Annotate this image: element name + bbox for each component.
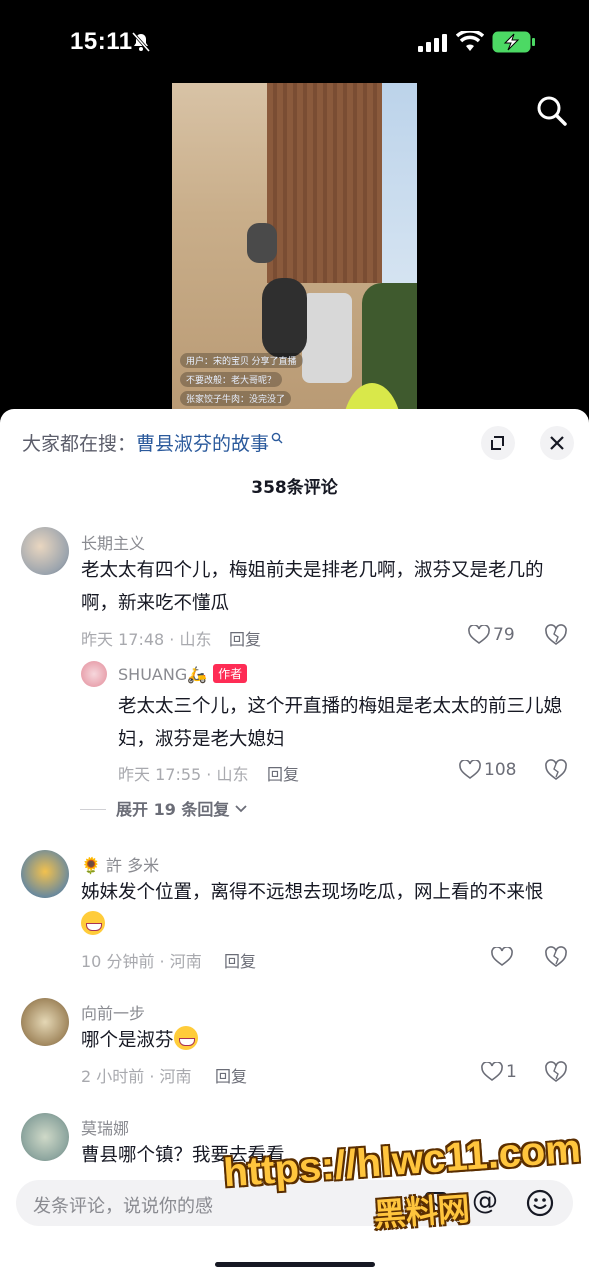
status-time: 15:11 xyxy=(70,28,133,55)
avatar[interactable] xyxy=(21,998,69,1046)
broken-heart-icon[interactable] xyxy=(544,1061,568,1083)
divider xyxy=(80,809,106,810)
comment-text: 姊妹发个位置，离得不远想去现场吃瓜，网上看的不来恨 xyxy=(81,876,561,942)
broken-heart-icon[interactable] xyxy=(544,624,568,646)
laughing-tears-emoji-icon xyxy=(81,911,105,935)
like-count: 79 xyxy=(493,625,515,645)
trending-search-keyword[interactable]: 曹县淑芬的故事 xyxy=(136,433,269,455)
reply-username[interactable]: SHUANG🛵 作者 xyxy=(118,664,248,684)
reply-meta: 昨天 17:55 · 山东 xyxy=(118,765,249,784)
comment-text-body: 姊妹发个位置，离得不远想去现场吃瓜，网上看的不来恨 xyxy=(81,882,544,903)
comment-username[interactable]: 向前一步 xyxy=(81,1000,145,1024)
comment-text: 哪个是淑芬 xyxy=(81,1024,561,1057)
sheet-header: 大家都在搜：曹县淑芬的故事 xyxy=(0,409,589,473)
live-chat-message: 用户：宋的宝贝 分享了直播 xyxy=(180,353,303,368)
heart-icon[interactable] xyxy=(468,625,490,645)
heart-icon[interactable] xyxy=(491,947,513,967)
emoji-icon[interactable] xyxy=(526,1189,554,1217)
reply-button[interactable]: 回复 xyxy=(267,761,299,785)
signal-icon xyxy=(418,34,447,52)
heart-icon[interactable] xyxy=(481,1062,503,1082)
video-scene-roof xyxy=(267,83,387,283)
chevron-down-icon xyxy=(235,805,247,813)
comment-count: 358条评论 xyxy=(251,478,338,498)
broken-heart-icon[interactable] xyxy=(544,759,568,781)
broken-heart-icon[interactable] xyxy=(544,946,568,968)
search-icon[interactable] xyxy=(536,95,568,127)
reply-button[interactable]: 回复 xyxy=(215,1063,247,1087)
comment-text: 老太太有四个儿，梅姐前夫是排老几啊，淑芬又是老几的啊，新来吃不懂瓜 xyxy=(81,560,544,614)
comment-username[interactable]: 🌻 許 多米 xyxy=(81,852,159,876)
like-count: 108 xyxy=(484,760,517,780)
trending-search-label: 大家都在搜： xyxy=(22,433,137,455)
comment-username[interactable]: 莫瑞娜 xyxy=(81,1115,129,1139)
expand-replies-button[interactable]: 展开 19 条回复 xyxy=(80,796,247,820)
heart-icon[interactable] xyxy=(459,760,481,780)
grinning-emoji-icon xyxy=(173,1026,198,1050)
live-chat-message: 不要改般：老大哥呢？ xyxy=(180,372,283,387)
video-scene-person xyxy=(262,278,307,358)
expand-replies-label: 展开 19 条回复 xyxy=(116,800,230,819)
live-chat-message: 张家饺子牛肉：没完没了 xyxy=(180,391,292,406)
avatar[interactable] xyxy=(21,850,69,898)
image-icon[interactable] xyxy=(424,1190,448,1214)
video-scene-person xyxy=(247,223,277,263)
reply-button[interactable]: 回复 xyxy=(224,948,256,972)
wifi-icon xyxy=(456,31,484,51)
search-small-icon xyxy=(271,432,283,444)
comment-meta: 2 小时前 · 河南 xyxy=(81,1067,192,1086)
expand-sheet-button[interactable] xyxy=(481,426,515,460)
comment-input-placeholder: 发条评论，说说你的感 xyxy=(33,1196,213,1217)
comment-text-body: 哪个是淑芬 xyxy=(81,1030,174,1051)
author-badge: 作者 xyxy=(213,664,248,683)
live-video-preview[interactable]: 用户：宋的宝贝 分享了直播 不要改般：老大哥呢？ 张家饺子牛肉：没完没了 xyxy=(172,83,417,413)
comment-meta: 10 分钟前 · 河南 xyxy=(81,952,202,971)
home-indicator[interactable] xyxy=(215,1262,375,1267)
reply-username-text: SHUANG🛵 xyxy=(118,665,208,684)
trending-search[interactable]: 大家都在搜：曹县淑芬的故事 xyxy=(22,429,283,456)
avatar[interactable] xyxy=(21,527,69,575)
avatar[interactable] xyxy=(21,1113,69,1161)
status-bar: 15:11 xyxy=(0,0,589,80)
comment-input[interactable]: 发条评论，说说你的感 @ xyxy=(16,1180,573,1226)
live-chat-messages: 用户：宋的宝贝 分享了直播 不要改般：老大哥呢？ 张家饺子牛肉：没完没了 xyxy=(180,353,330,410)
comment-meta: 昨天 17:48 · 山东 xyxy=(81,630,212,649)
battery-charging-icon xyxy=(492,31,535,53)
close-button[interactable] xyxy=(540,426,574,460)
avatar[interactable] xyxy=(81,661,107,687)
comment-username[interactable]: 长期主义 xyxy=(81,530,145,554)
bell-muted-icon xyxy=(131,32,151,52)
like-count: 1 xyxy=(506,1062,517,1082)
reply-text: 老太太三个儿，这个开直播的梅姐是老太太的前三儿媳妇，淑芬是老大媳妇 xyxy=(118,696,563,750)
mention-at-icon[interactable]: @ xyxy=(472,1186,498,1216)
reply-button[interactable]: 回复 xyxy=(229,626,261,650)
